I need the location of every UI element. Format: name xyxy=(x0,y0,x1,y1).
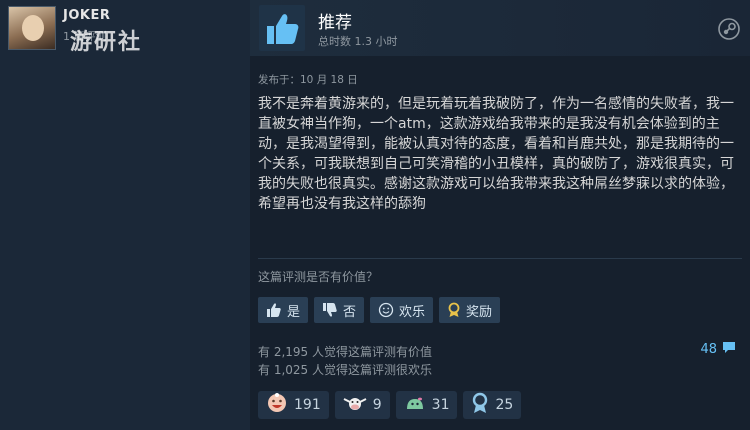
author-column: JOKER 1 篇评测 游研社 xyxy=(0,0,250,430)
vote-funny-label: 欢乐 xyxy=(399,304,426,320)
award-slime[interactable]: 31 xyxy=(395,391,458,419)
avatar-face xyxy=(22,15,44,41)
comment-icon xyxy=(722,341,736,358)
steam-logo-icon[interactable] xyxy=(718,18,740,40)
helpful-count-text: 有 2,195 人觉得这篇评测有价值 xyxy=(258,345,432,359)
comments-link[interactable]: 48 xyxy=(700,341,736,358)
thumbs-up-icon xyxy=(259,5,305,51)
award-label: 奖励 xyxy=(466,304,493,320)
review-verdict: 推荐 xyxy=(318,13,352,33)
award-count-slime: 31 xyxy=(431,397,450,413)
vote-funny-button[interactable]: 欢乐 xyxy=(370,297,434,323)
award-count-laughing: 191 xyxy=(294,397,321,413)
award-list: 191 9 31 25 xyxy=(258,391,522,419)
comment-count: 48 xyxy=(700,342,717,357)
review-stats: 有 2,195 人觉得这篇评测有价值 有 1,025 人觉得这篇评测很欢乐 xyxy=(258,343,432,379)
posted-date: 发布于：10 月 18 日 xyxy=(258,74,358,86)
vote-yes-button[interactable]: 是 xyxy=(258,297,309,323)
avatar[interactable] xyxy=(8,6,56,50)
vote-buttons: 是 否 欢乐 奖励 xyxy=(258,297,501,323)
review-panel: 推荐 总时数 1.3 小时 发布于：10 月 18 日 我不是奔着黄游来的，但是… xyxy=(250,0,750,430)
funny-count-text: 有 1,025 人觉得这篇评测很欢乐 xyxy=(258,363,432,377)
award-count-cow: 9 xyxy=(372,397,382,413)
thumbs-up-icon xyxy=(266,302,282,318)
divider xyxy=(258,258,742,259)
cow-face-icon xyxy=(343,393,367,417)
smiley-icon xyxy=(378,302,394,318)
helpful-question: 这篇评测是否有价值？ xyxy=(258,270,379,284)
award-ribbon[interactable]: 25 xyxy=(463,391,522,419)
laughing-face-icon xyxy=(266,392,288,418)
award-cow[interactable]: 9 xyxy=(334,391,390,419)
vote-yes-label: 是 xyxy=(287,304,301,320)
review-body: 我不是奔着黄游来的，但是玩着玩着我破防了，作为一名感情的失败者，我一直被女神当作… xyxy=(258,96,734,212)
award-button[interactable]: 奖励 xyxy=(439,297,501,323)
award-laughing[interactable]: 191 xyxy=(258,391,329,419)
vote-no-button[interactable]: 否 xyxy=(314,297,365,323)
watermark: 游研社 xyxy=(70,30,143,55)
vote-no-label: 否 xyxy=(343,304,357,320)
author-name[interactable]: JOKER xyxy=(63,8,110,23)
playtime: 总时数 1.3 小时 xyxy=(318,35,398,48)
award-count-ribbon: 25 xyxy=(495,397,514,413)
award-medal-icon xyxy=(447,302,461,318)
slime-icon xyxy=(404,393,426,417)
review-header: 推荐 总时数 1.3 小时 xyxy=(250,0,750,56)
thumbs-down-icon xyxy=(322,302,338,318)
ribbon-medal-icon xyxy=(471,392,489,418)
